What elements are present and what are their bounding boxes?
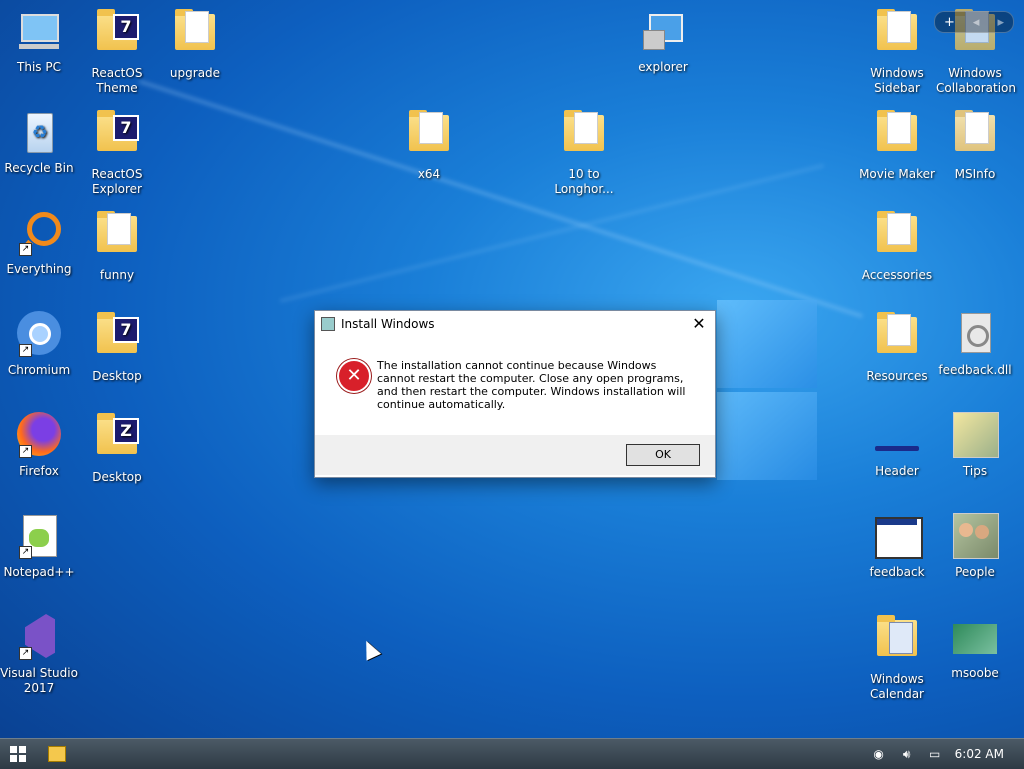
desktop-icon-upgrade[interactable]: upgrade [156, 8, 234, 81]
folder-icon: 7 [93, 9, 141, 62]
clock[interactable]: 6:02 AM [955, 747, 1004, 761]
folder-icon: 7 [93, 110, 141, 163]
desktop-icon-reactos-theme[interactable]: 7 ReactOS Theme [78, 8, 156, 96]
sidebar-gadget-controls: + ◂ ▸ [934, 11, 1014, 33]
desktop-icon-tips[interactable]: Tips [936, 412, 1014, 479]
folder-icon [873, 211, 921, 264]
folder-icon [873, 9, 921, 62]
desktop-icon-windows-calendar[interactable]: Windows Calendar [858, 614, 936, 702]
dialog-title: Install Windows [341, 317, 435, 331]
desktop-icon-reactos-explorer[interactable]: 7 ReactOS Explorer [78, 109, 156, 197]
desktop-icon-10-to-longhorn[interactable]: 10 to Longhor... [545, 109, 623, 197]
desktop-icon-firefox[interactable]: ↗ Firefox [0, 412, 78, 479]
dll-file-icon [951, 311, 999, 359]
desktop-icon-desktop-1[interactable]: 7 Desktop [78, 311, 156, 384]
desktop-icon-funny[interactable]: funny [78, 210, 156, 283]
dialog-message: The installation cannot continue because… [377, 359, 686, 411]
people-icon [951, 513, 999, 561]
desktop-icon-resources[interactable]: Resources [858, 311, 936, 384]
desktop-icon-header[interactable]: Header [858, 412, 936, 479]
folder-icon [171, 9, 219, 62]
desktop-icon-chromium[interactable]: ↗ Chromium [0, 311, 78, 378]
desktop-icon-explorer[interactable]: explorer [624, 8, 702, 75]
setup-app-icon [321, 317, 335, 331]
windows-start-icon[interactable] [10, 746, 26, 762]
msoobe-icon [951, 614, 999, 662]
prev-gadget-button[interactable]: ◂ [973, 15, 980, 30]
folder-icon [560, 110, 608, 163]
header-bar-icon [873, 412, 921, 460]
mouse-cursor-icon [358, 637, 382, 661]
folder-icon: Z [93, 413, 141, 466]
desktop-icon-visual-studio[interactable]: ↗ Visual Studio 2017 [0, 614, 78, 696]
close-button[interactable]: ✕ [683, 311, 715, 337]
desktop-icon-recycle-bin[interactable]: ♻ Recycle Bin [0, 109, 78, 176]
folder-icon [951, 110, 999, 163]
wallpaper-windows-logo [717, 290, 822, 480]
system-tray: ◉ 🔊︎ ▭ 6:02 AM [871, 739, 1024, 769]
desktop-icon-windows-sidebar[interactable]: Windows Sidebar [858, 8, 936, 96]
network-globe-icon[interactable]: ◉ [871, 746, 887, 762]
folder-icon [405, 110, 453, 163]
desktop-icon-desktop-2[interactable]: Z Desktop [78, 412, 156, 485]
recycle-bin-icon: ♻ [15, 109, 63, 157]
window-icon [873, 513, 923, 561]
desktop-icon-movie-maker[interactable]: Movie Maker [858, 109, 936, 182]
dialog-footer: OK [315, 435, 715, 475]
desktop-icon-notepadpp[interactable]: ↗ Notepad++ [0, 513, 78, 580]
add-gadget-button[interactable]: + [944, 15, 955, 30]
computer-icon [15, 8, 63, 56]
explorer-icon [639, 8, 687, 56]
notepadpp-icon: ↗ [15, 513, 63, 561]
taskbar: ◉ 🔊︎ ▭ 6:02 AM [0, 738, 1024, 769]
magnifier-icon: ↗ [15, 210, 63, 258]
desktop-icon-x64[interactable]: x64 [390, 109, 468, 182]
folder-icon [873, 312, 921, 365]
visual-studio-icon: ↗ [15, 614, 63, 662]
desktop-icon-people[interactable]: People [936, 513, 1014, 580]
ok-button[interactable]: OK [626, 444, 700, 466]
desktop-icon-feedback[interactable]: feedback [858, 513, 936, 580]
desktop-icon-accessories[interactable]: Accessories [858, 210, 936, 283]
dialog-titlebar[interactable]: Install Windows [315, 311, 715, 337]
chromium-icon: ↗ [15, 311, 63, 359]
install-windows-dialog: Install Windows ✕ ✕ The installation can… [314, 310, 716, 478]
desktop-icon-this-pc[interactable]: This PC [0, 8, 78, 75]
desktop-icon-feedback-dll[interactable]: feedback.dll [936, 311, 1014, 378]
firefox-icon: ↗ [15, 412, 63, 460]
folder-icon [93, 211, 141, 264]
dialog-body: ✕ The installation cannot continue becau… [315, 337, 715, 435]
desktop-icon-msoobe[interactable]: msoobe [936, 614, 1014, 681]
file-explorer-taskbar-icon[interactable] [48, 746, 66, 762]
desktop-icon-everything[interactable]: ↗ Everything [0, 210, 78, 277]
folder-icon: 7 [93, 312, 141, 365]
next-gadget-button[interactable]: ▸ [997, 15, 1004, 30]
error-icon: ✕ [337, 359, 371, 393]
action-center-icon[interactable]: ▭ [927, 746, 943, 762]
folder-icon [873, 110, 921, 163]
calendar-folder-icon [873, 615, 921, 668]
tips-icon [951, 412, 999, 460]
desktop-icon-msinfo[interactable]: MSInfo [936, 109, 1014, 182]
volume-icon[interactable]: 🔊︎ [899, 746, 915, 762]
